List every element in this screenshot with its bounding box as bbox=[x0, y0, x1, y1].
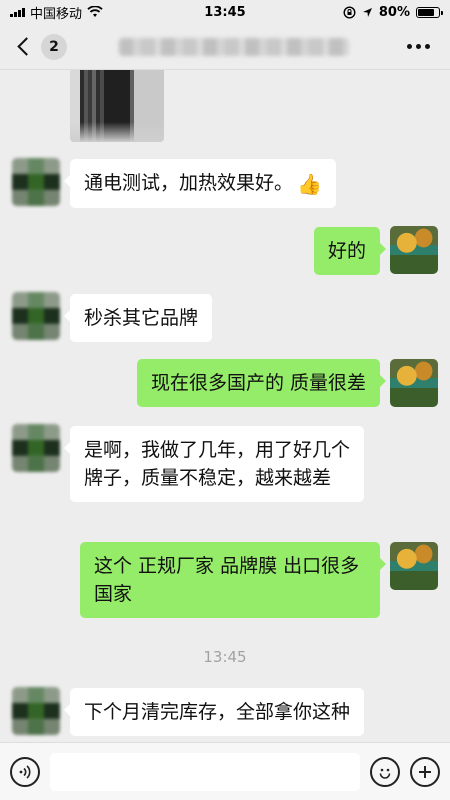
signal-icon bbox=[10, 7, 25, 17]
more-functions-button[interactable] bbox=[410, 756, 440, 787]
message-input[interactable] bbox=[50, 752, 360, 791]
message-bubble-sent[interactable]: 这个 正规厂家 品牌膜 出口很多国家 bbox=[80, 542, 386, 618]
more-dots-icon bbox=[407, 44, 412, 49]
contact-avatar[interactable] bbox=[12, 424, 60, 472]
emoji-button[interactable] bbox=[370, 756, 400, 787]
status-bar: 中国移动 13:45 80% bbox=[0, 0, 450, 24]
message-list[interactable]: 通电测试，加热效果好。 👍 好的 秒杀其它品牌 现在很多国产的 质量很差 是啊，我… bbox=[0, 70, 450, 742]
image-message[interactable] bbox=[70, 70, 164, 142]
chevron-left-icon bbox=[17, 37, 36, 56]
my-avatar[interactable] bbox=[390, 542, 438, 590]
my-avatar[interactable] bbox=[390, 359, 438, 407]
wifi-icon bbox=[87, 6, 103, 17]
message-text: 这个 正规厂家 品牌膜 出口很多国家 bbox=[94, 555, 360, 605]
more-options-button[interactable] bbox=[401, 38, 436, 55]
my-avatar[interactable] bbox=[390, 226, 438, 274]
message-bubble-received[interactable]: 下个月清完库存，全部拿你这种 bbox=[64, 688, 364, 736]
message-timestamp: 13:45 bbox=[203, 648, 247, 666]
input-bar bbox=[0, 742, 450, 800]
contact-avatar[interactable] bbox=[12, 158, 60, 206]
message-bubble-received[interactable]: 秒杀其它品牌 bbox=[63, 294, 213, 342]
location-icon bbox=[362, 7, 372, 17]
emoji-icon bbox=[379, 768, 391, 779]
message-text: 秒杀其它品牌 bbox=[84, 307, 199, 329]
chat-title-blurred bbox=[119, 37, 349, 56]
message-text: 下个月清完库存，全部拿你这种 bbox=[84, 701, 351, 723]
carrier-label: 中国移动 bbox=[30, 6, 83, 22]
orientation-lock-icon bbox=[343, 5, 356, 19]
message-bubble-received[interactable]: 是啊，我做了几年，用了好几个牌子，质量不稳定，越来越差 bbox=[64, 426, 364, 502]
plus-icon bbox=[419, 765, 431, 778]
status-left: 中国移动 bbox=[10, 3, 103, 22]
back-button[interactable]: 2 bbox=[14, 33, 67, 60]
contact-avatar[interactable] bbox=[12, 687, 60, 735]
battery-percent: 80% bbox=[378, 4, 410, 20]
thumbs-up-emoji: 👍 bbox=[297, 172, 322, 196]
message-text: 好的 bbox=[327, 240, 366, 262]
voice-button[interactable] bbox=[10, 756, 40, 787]
message-bubble-sent[interactable]: 现在很多国产的 质量很差 bbox=[136, 359, 387, 407]
status-right: 80% bbox=[343, 4, 443, 20]
voice-icon bbox=[19, 764, 31, 779]
battery-icon bbox=[416, 6, 443, 18]
message-bubble-received[interactable]: 通电测试，加热效果好。 👍 bbox=[64, 159, 336, 208]
contact-avatar[interactable] bbox=[12, 292, 60, 340]
unread-count-badge: 2 bbox=[41, 33, 67, 60]
message-text: 是啊，我做了几年，用了好几个牌子，质量不稳定，越来越差 bbox=[84, 439, 351, 489]
message-text: 通电测试，加热效果好。 bbox=[84, 172, 294, 194]
chat-header: 2 bbox=[0, 24, 450, 70]
message-text: 现在很多国产的 质量很差 bbox=[150, 372, 366, 394]
message-bubble-sent[interactable]: 好的 bbox=[313, 227, 387, 275]
